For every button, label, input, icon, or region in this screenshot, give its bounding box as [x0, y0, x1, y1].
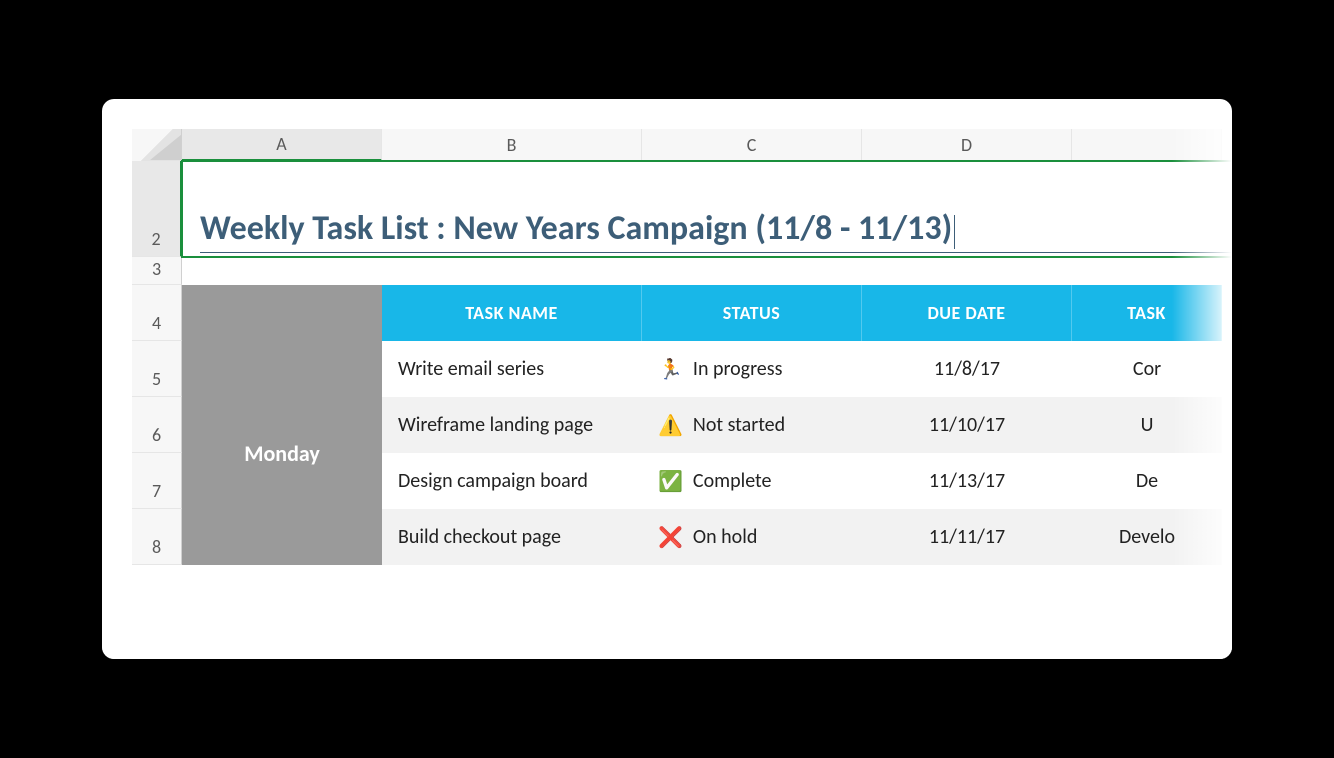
column-header-row: A B C D: [132, 129, 1232, 161]
due-date-cell[interactable]: 11/11/17: [862, 509, 1072, 565]
extra-cell[interactable]: De: [1072, 453, 1222, 509]
day-column-header-blank: [182, 285, 382, 341]
status-cell[interactable]: ✅ Complete: [642, 453, 862, 509]
sheet-title: Weekly Task List : New Years Campaign (1…: [200, 208, 952, 249]
text-cursor: [954, 215, 955, 249]
status-text: Not started: [693, 413, 785, 437]
status-text: Complete: [693, 469, 772, 493]
status-cell[interactable]: ❌ On hold: [642, 509, 862, 565]
running-icon: 🏃: [658, 357, 683, 382]
header-task-partial[interactable]: TASK: [1072, 285, 1222, 341]
header-task-name[interactable]: TASK NAME: [382, 285, 642, 341]
task-name-cell[interactable]: Wireframe landing page: [382, 397, 642, 453]
day-label-cell[interactable]: Monday: [182, 341, 382, 565]
row-number[interactable]: 5: [132, 341, 182, 397]
title-cell[interactable]: Weekly Task List : New Years Campaign (1…: [182, 161, 1232, 257]
status-text: On hold: [693, 525, 757, 549]
task-name-cell[interactable]: Build checkout page: [382, 509, 642, 565]
column-header-c[interactable]: C: [642, 129, 862, 161]
status-text: In progress: [693, 357, 783, 381]
row-number[interactable]: 4: [132, 285, 182, 341]
due-date-cell[interactable]: 11/10/17: [862, 397, 1072, 453]
status-cell[interactable]: 🏃 In progress: [642, 341, 862, 397]
select-all-corner[interactable]: [132, 129, 182, 161]
header-status[interactable]: STATUS: [642, 285, 862, 341]
fade-bottom: [102, 599, 1232, 659]
day-label: Monday: [244, 440, 320, 467]
row-3: 3: [132, 257, 1232, 285]
status-cell[interactable]: ⚠️ Not started: [642, 397, 862, 453]
spreadsheet-card: A B C D 2 Weekly Task List : New Years C…: [102, 99, 1232, 659]
cross-icon: ❌: [658, 525, 683, 550]
extra-cell[interactable]: Cor: [1072, 341, 1222, 397]
task-name-cell[interactable]: Design campaign board: [382, 453, 642, 509]
warning-icon: ⚠️: [658, 413, 683, 438]
column-header-e[interactable]: [1072, 129, 1222, 161]
row-2: 2 Weekly Task List : New Years Campaign …: [132, 161, 1232, 257]
extra-cell[interactable]: U: [1072, 397, 1222, 453]
column-header-d[interactable]: D: [862, 129, 1072, 161]
sheet: A B C D 2 Weekly Task List : New Years C…: [132, 129, 1232, 565]
row-4: 4 TASK NAME STATUS DUE DATE TASK: [132, 285, 1232, 341]
row-5: 5 Monday Write email series 🏃 In progres…: [132, 341, 1232, 397]
row-number[interactable]: 2: [132, 161, 182, 257]
column-header-a[interactable]: A: [182, 129, 382, 161]
row-number[interactable]: 6: [132, 397, 182, 453]
task-name-cell[interactable]: Write email series: [382, 341, 642, 397]
extra-cell[interactable]: Develo: [1072, 509, 1222, 565]
row-number[interactable]: 7: [132, 453, 182, 509]
due-date-cell[interactable]: 11/8/17: [862, 341, 1072, 397]
check-icon: ✅: [658, 469, 683, 494]
column-header-b[interactable]: B: [382, 129, 642, 161]
header-due-date[interactable]: DUE DATE: [862, 285, 1072, 341]
title-underline: [200, 252, 1232, 253]
due-date-cell[interactable]: 11/13/17: [862, 453, 1072, 509]
row-number[interactable]: 3: [132, 257, 182, 285]
row-number[interactable]: 8: [132, 509, 182, 565]
